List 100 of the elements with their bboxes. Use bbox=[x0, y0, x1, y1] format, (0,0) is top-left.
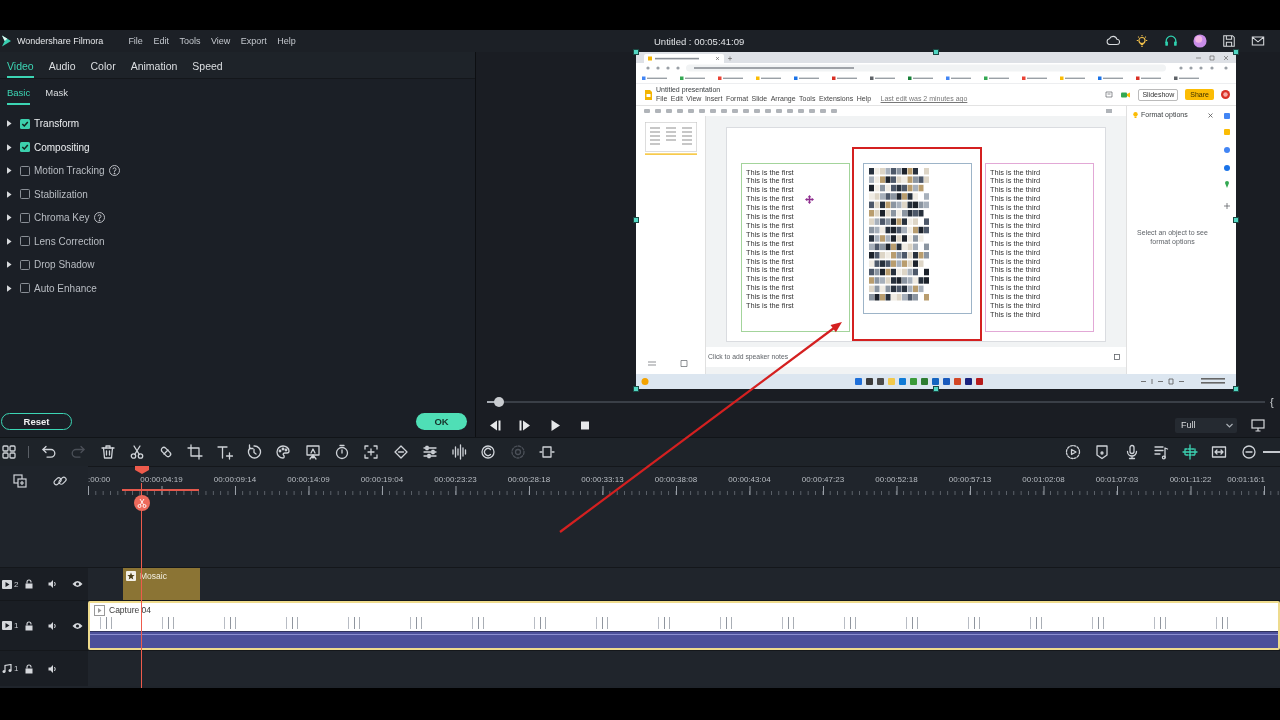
progress-thumb[interactable] bbox=[493, 397, 504, 407]
diamond-icon[interactable] bbox=[392, 444, 409, 460]
ring-icon[interactable] bbox=[480, 444, 497, 460]
checkbox[interactable] bbox=[20, 212, 30, 223]
menu-item[interactable]: Edit bbox=[153, 36, 169, 46]
lock-icon[interactable] bbox=[25, 579, 35, 589]
snap-icon[interactable] bbox=[1182, 444, 1199, 460]
checkbox[interactable] bbox=[20, 283, 30, 294]
logo-icon bbox=[2, 35, 11, 47]
palette-icon[interactable] bbox=[275, 444, 292, 460]
trash-icon[interactable] bbox=[99, 444, 116, 460]
checkbox[interactable] bbox=[20, 189, 30, 200]
bracket-glyph[interactable]: { bbox=[1270, 396, 1274, 408]
collapsed-arrow-icon[interactable] bbox=[7, 190, 12, 198]
track-number: 1 bbox=[14, 621, 19, 630]
time-ruler[interactable]: :00:00 00:00:04:19 00:00:09:14 00:00:14:09 00:00:19:04 00:00:23:23 00:00:28:18 00:00:33:13 00:00:38:08 00:00:43:04 00:00:47:23 00:00:52:18 00:00:57:13 00:01:02:08 00:01:07:03 00:01:11:22 00:01:16:1 bbox=[88, 466, 1280, 495]
waveform-icon[interactable] bbox=[451, 444, 468, 460]
easel-icon[interactable] bbox=[304, 444, 321, 460]
collapsed-arrow-icon[interactable] bbox=[7, 167, 12, 175]
scissors-marker-icon[interactable] bbox=[133, 495, 150, 511]
section-label: Drop Shadow bbox=[34, 259, 95, 271]
fit-width-icon[interactable] bbox=[1211, 444, 1228, 460]
slide-thumbnail[interactable] bbox=[645, 122, 697, 155]
tab[interactable]: Color bbox=[90, 52, 116, 78]
clock-arrow-icon[interactable] bbox=[246, 444, 263, 460]
section-label: Chroma Key bbox=[34, 212, 90, 224]
resize-handle-icon[interactable] bbox=[1233, 217, 1239, 223]
avatar-icon[interactable] bbox=[1193, 34, 1207, 48]
resize-handle-icon[interactable] bbox=[633, 386, 639, 392]
ruler-timecode: 00:00:19:04 bbox=[360, 475, 404, 485]
stopwatch-icon[interactable] bbox=[333, 444, 350, 460]
step-forward-icon[interactable] bbox=[517, 418, 533, 432]
tab[interactable]: Audio bbox=[48, 52, 76, 78]
subtab[interactable]: Mask bbox=[45, 79, 68, 105]
cloud-icon[interactable] bbox=[1106, 34, 1120, 48]
tab[interactable]: Video bbox=[7, 52, 34, 78]
headset-icon[interactable] bbox=[1164, 34, 1178, 48]
ok-button[interactable]: OK bbox=[416, 413, 467, 430]
menu-item[interactable]: Tools bbox=[179, 36, 201, 46]
collapsed-arrow-icon[interactable] bbox=[7, 284, 12, 292]
resize-handle-icon[interactable] bbox=[1233, 386, 1239, 392]
menu-item[interactable]: Export bbox=[240, 36, 267, 46]
resize-handle-icon[interactable] bbox=[633, 49, 639, 55]
subtab[interactable]: Basic bbox=[7, 79, 31, 105]
collapsed-arrow-icon[interactable] bbox=[7, 237, 12, 245]
video-clip[interactable]: Capture 04 bbox=[88, 601, 1280, 650]
monitor-icon[interactable] bbox=[1251, 418, 1265, 432]
save-icon[interactable] bbox=[1222, 34, 1236, 48]
resize-handle-icon[interactable] bbox=[933, 386, 939, 392]
header-icons[interactable] bbox=[1105, 90, 1132, 99]
eye-icon[interactable] bbox=[72, 621, 84, 630]
crop-icon[interactable] bbox=[187, 444, 204, 460]
checkbox[interactable] bbox=[20, 236, 30, 247]
menu-item[interactable]: File bbox=[128, 36, 143, 46]
lightbulb-icon[interactable] bbox=[1135, 34, 1149, 48]
resize-handle-icon[interactable] bbox=[633, 217, 639, 223]
lock-icon[interactable] bbox=[25, 663, 35, 674]
sliders-icon[interactable] bbox=[421, 444, 438, 460]
grid-icon[interactable] bbox=[1, 444, 17, 460]
view-toggle-icons[interactable] bbox=[648, 360, 688, 367]
section-label: Transform bbox=[34, 118, 80, 130]
speaker-icon[interactable] bbox=[48, 663, 58, 674]
checkbox[interactable] bbox=[20, 165, 30, 176]
section-label: Compositing bbox=[34, 141, 90, 153]
lock-icon[interactable] bbox=[25, 620, 35, 631]
tab[interactable]: Speed bbox=[192, 52, 223, 78]
close-icon[interactable] bbox=[1208, 112, 1213, 118]
help-icon[interactable] bbox=[93, 212, 105, 224]
help-icon[interactable] bbox=[108, 165, 120, 177]
checkbox[interactable] bbox=[20, 142, 30, 153]
zoom-out-icon[interactable] bbox=[1240, 444, 1257, 460]
menu-item[interactable]: View bbox=[210, 36, 231, 46]
add-track-icon[interactable] bbox=[13, 473, 27, 488]
resize-handle-icon[interactable] bbox=[1233, 49, 1239, 55]
step-back-icon[interactable] bbox=[487, 418, 503, 432]
music-list-icon[interactable] bbox=[1152, 444, 1169, 460]
checkbox[interactable] bbox=[20, 118, 30, 129]
collapsed-arrow-icon[interactable] bbox=[7, 261, 12, 269]
focus-plus-icon[interactable] bbox=[363, 444, 380, 460]
collapsed-arrow-icon[interactable] bbox=[7, 143, 12, 151]
shield-icon[interactable] bbox=[1094, 444, 1111, 460]
resize-handle-icon[interactable] bbox=[933, 49, 939, 55]
speaker-icon[interactable] bbox=[48, 579, 58, 589]
play-circle-icon[interactable] bbox=[1064, 444, 1081, 460]
collapsed-arrow-icon[interactable] bbox=[7, 120, 12, 128]
collapsed-arrow-icon[interactable] bbox=[7, 214, 12, 222]
tab[interactable]: Animation bbox=[130, 52, 178, 78]
quality-dropdown[interactable]: Full bbox=[1175, 417, 1237, 433]
effect-clip[interactable]: Mosaic bbox=[123, 568, 200, 600]
checkbox[interactable] bbox=[20, 259, 30, 270]
menu-item[interactable]: Help bbox=[277, 36, 296, 46]
scissors-icon[interactable] bbox=[128, 444, 145, 460]
speaker-icon[interactable] bbox=[48, 620, 58, 631]
avatar-icon[interactable] bbox=[1221, 90, 1230, 99]
eye-icon[interactable] bbox=[72, 580, 84, 588]
ruler-timecode: 00:00:33:13 bbox=[581, 475, 624, 485]
text-add-icon[interactable] bbox=[216, 444, 233, 460]
mail-icon[interactable] bbox=[1251, 34, 1265, 48]
undo-icon[interactable] bbox=[41, 444, 57, 460]
frame-arrows-icon[interactable] bbox=[539, 444, 556, 460]
